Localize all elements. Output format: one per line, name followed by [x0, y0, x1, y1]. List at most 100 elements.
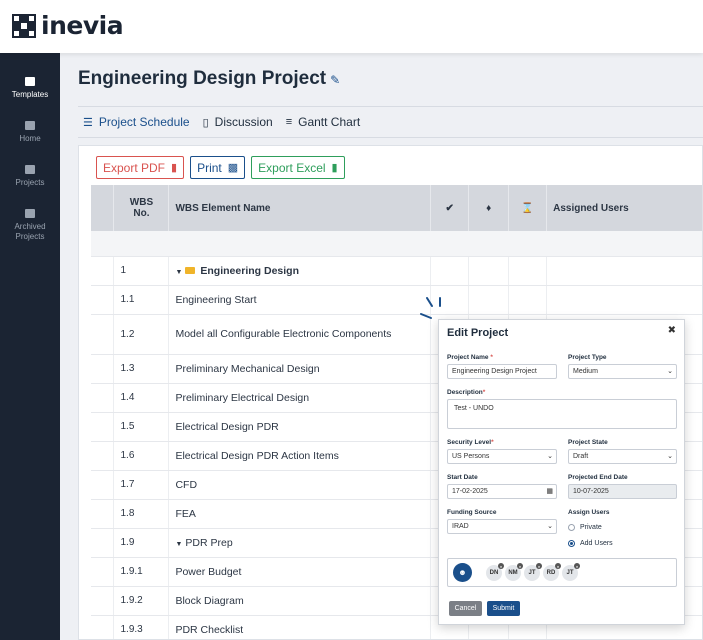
project-name-label: Project Name *	[447, 354, 493, 361]
submit-button[interactable]: Submit	[487, 601, 520, 616]
wbs-cell: 1.9	[113, 528, 170, 558]
export-pdf-button[interactable]: Export PDF ▮	[96, 156, 185, 179]
sidebar: Templates Home Projects Archived Project…	[0, 53, 60, 640]
name-column-header[interactable]: WBS Element Name	[168, 185, 432, 231]
archive-icon	[25, 209, 35, 218]
edit-project-modal: Edit Project ✖ Project Name * Engineerin…	[438, 319, 685, 625]
avatar[interactable]: JT ×	[562, 563, 580, 581]
sidebar-item-home[interactable]: Home	[0, 121, 60, 144]
wbs-name-cell[interactable]: Preliminary Mechanical Design	[168, 354, 432, 384]
remove-user-icon[interactable]: ×	[517, 563, 523, 569]
milestone-column-header[interactable]: ♦	[468, 185, 510, 231]
wbs-name-cell[interactable]: PDR Checklist	[168, 615, 432, 639]
table-row	[91, 231, 702, 257]
project-state-select[interactable]: Draft ⌄	[568, 449, 677, 464]
excel-file-icon: ▮	[331, 162, 338, 174]
export-excel-button[interactable]: Export Excel ▮	[251, 156, 345, 179]
wbs-name-cell[interactable]: Model all Configurable Electronic Compon…	[168, 314, 432, 355]
chat-icon: ▯	[202, 116, 209, 129]
print-label: Print	[197, 160, 222, 175]
tab-label: Project Schedule	[98, 115, 190, 129]
table-row[interactable]: 1.1 Engineering Start	[91, 285, 702, 315]
avatar[interactable]: JT ×	[524, 563, 542, 581]
projected-end-date-input: 10-07-2025	[568, 484, 677, 499]
wbs-cell: 1.9.2	[113, 586, 170, 616]
description-label: Description*	[447, 389, 486, 396]
project-name-input[interactable]: Engineering Design Project	[447, 364, 557, 379]
tab-discussion[interactable]: ▯ Discussion	[203, 115, 273, 129]
folder-icon	[185, 267, 196, 275]
wbs-name-cell[interactable]: ▼ Engineering Design	[168, 256, 432, 286]
funding-source-select[interactable]: IRAD ⌄	[447, 519, 557, 534]
logo-mark-icon	[12, 14, 36, 38]
wbs-cell: 1	[113, 256, 170, 286]
wbs-name-cell[interactable]: Power Budget	[168, 557, 432, 587]
caret-down-icon[interactable]: ▼	[175, 269, 182, 276]
wbs-cell: 1.4	[113, 383, 170, 413]
avatar[interactable]: DN ×	[486, 563, 504, 581]
wbs-name-cell[interactable]: CFD	[168, 470, 432, 500]
cancel-button[interactable]: Cancel	[449, 601, 482, 616]
wbs-cell: 1.3	[113, 354, 170, 384]
home-icon	[25, 121, 35, 130]
assigned-users-column-header[interactable]: Assigned Users	[546, 185, 702, 231]
wbs-name-cell[interactable]: Block Diagram	[168, 586, 432, 616]
edit-icon[interactable]: ✎	[330, 73, 340, 87]
duration-column-header[interactable]: ⌛	[508, 185, 548, 231]
sidebar-item-label: Templates	[11, 90, 49, 99]
remove-user-icon[interactable]: ×	[498, 563, 504, 569]
remove-user-icon[interactable]: ×	[555, 563, 561, 569]
sidebar-item-archived-projects[interactable]: Archived Projects	[0, 209, 60, 242]
add-user-icon: ☻	[458, 568, 467, 577]
folder-icon	[25, 165, 35, 174]
wbs-cell: 1.5	[113, 412, 170, 442]
export-pdf-label: Export PDF	[103, 160, 166, 175]
tab-gantt-chart[interactable]: ≡ Gantt Chart	[286, 115, 360, 129]
wbs-name-cell[interactable]: Engineering Start	[168, 285, 432, 315]
sidebar-item-projects[interactable]: Projects	[0, 165, 60, 188]
security-level-select[interactable]: US Persons ⌄	[447, 449, 557, 464]
select-column-header	[91, 185, 115, 231]
list-icon: ☰	[83, 116, 93, 129]
add-users-radio[interactable]: Add Users	[568, 540, 613, 547]
radio-checked-icon	[568, 540, 575, 547]
remove-user-icon[interactable]: ×	[536, 563, 542, 569]
close-icon[interactable]: ✖	[668, 325, 676, 336]
status-column-header[interactable]: ✔	[430, 185, 470, 231]
assign-users-label: Assign Users	[568, 509, 610, 516]
add-user-button[interactable]: ☻	[453, 563, 472, 582]
export-toolbar: Export PDF ▮ Print ▩ Export Excel ▮	[96, 156, 351, 179]
calendar-icon[interactable]: ▦	[546, 487, 553, 495]
print-button[interactable]: Print ▩	[190, 156, 246, 179]
wbs-cell: 1.7	[113, 470, 170, 500]
caret-down-icon[interactable]: ▼	[175, 541, 182, 548]
page-title: Engineering Design Project ✎	[78, 68, 340, 90]
check-circle-icon: ✔	[445, 202, 454, 214]
remove-user-icon[interactable]: ×	[574, 563, 580, 569]
avatar[interactable]: RD ×	[543, 563, 561, 581]
avatar[interactable]: NM ×	[505, 563, 523, 581]
logo[interactable]: inevia	[12, 11, 124, 40]
wbs-name-cell[interactable]: Electrical Design PDR	[168, 412, 432, 442]
tab-label: Gantt Chart	[298, 115, 361, 129]
project-type-select[interactable]: Medium ⌄	[568, 364, 677, 379]
description-textarea[interactable]: Test - UNDO	[447, 399, 677, 429]
tab-project-schedule[interactable]: ☰ Project Schedule	[83, 115, 190, 129]
tab-label: Discussion	[214, 115, 273, 129]
table-row[interactable]: 1 ▼ Engineering Design	[91, 256, 702, 286]
wbs-name-cell[interactable]: ▼ PDR Prep	[168, 528, 432, 558]
wbs-name-cell[interactable]: FEA	[168, 499, 432, 529]
wbs-name-cell[interactable]: Preliminary Electrical Design	[168, 383, 432, 413]
page-title-text: Engineering Design Project	[78, 68, 327, 89]
wbs-column-header[interactable]: WBS No.	[113, 185, 170, 231]
logo-text: inevia	[41, 11, 124, 40]
wbs-name-cell[interactable]: Electrical Design PDR Action Items	[168, 441, 432, 471]
export-excel-label: Export Excel	[258, 160, 326, 175]
top-bar: inevia	[0, 0, 703, 53]
chevron-down-icon: ⌄	[667, 453, 673, 460]
private-radio[interactable]: Private	[568, 524, 602, 531]
wbs-cell: 1.1	[113, 285, 170, 315]
sidebar-item-templates[interactable]: Templates	[0, 77, 60, 100]
wbs-cell: 1.9.3	[113, 615, 170, 639]
start-date-input[interactable]: 17-02-2025 ▦	[447, 484, 557, 499]
